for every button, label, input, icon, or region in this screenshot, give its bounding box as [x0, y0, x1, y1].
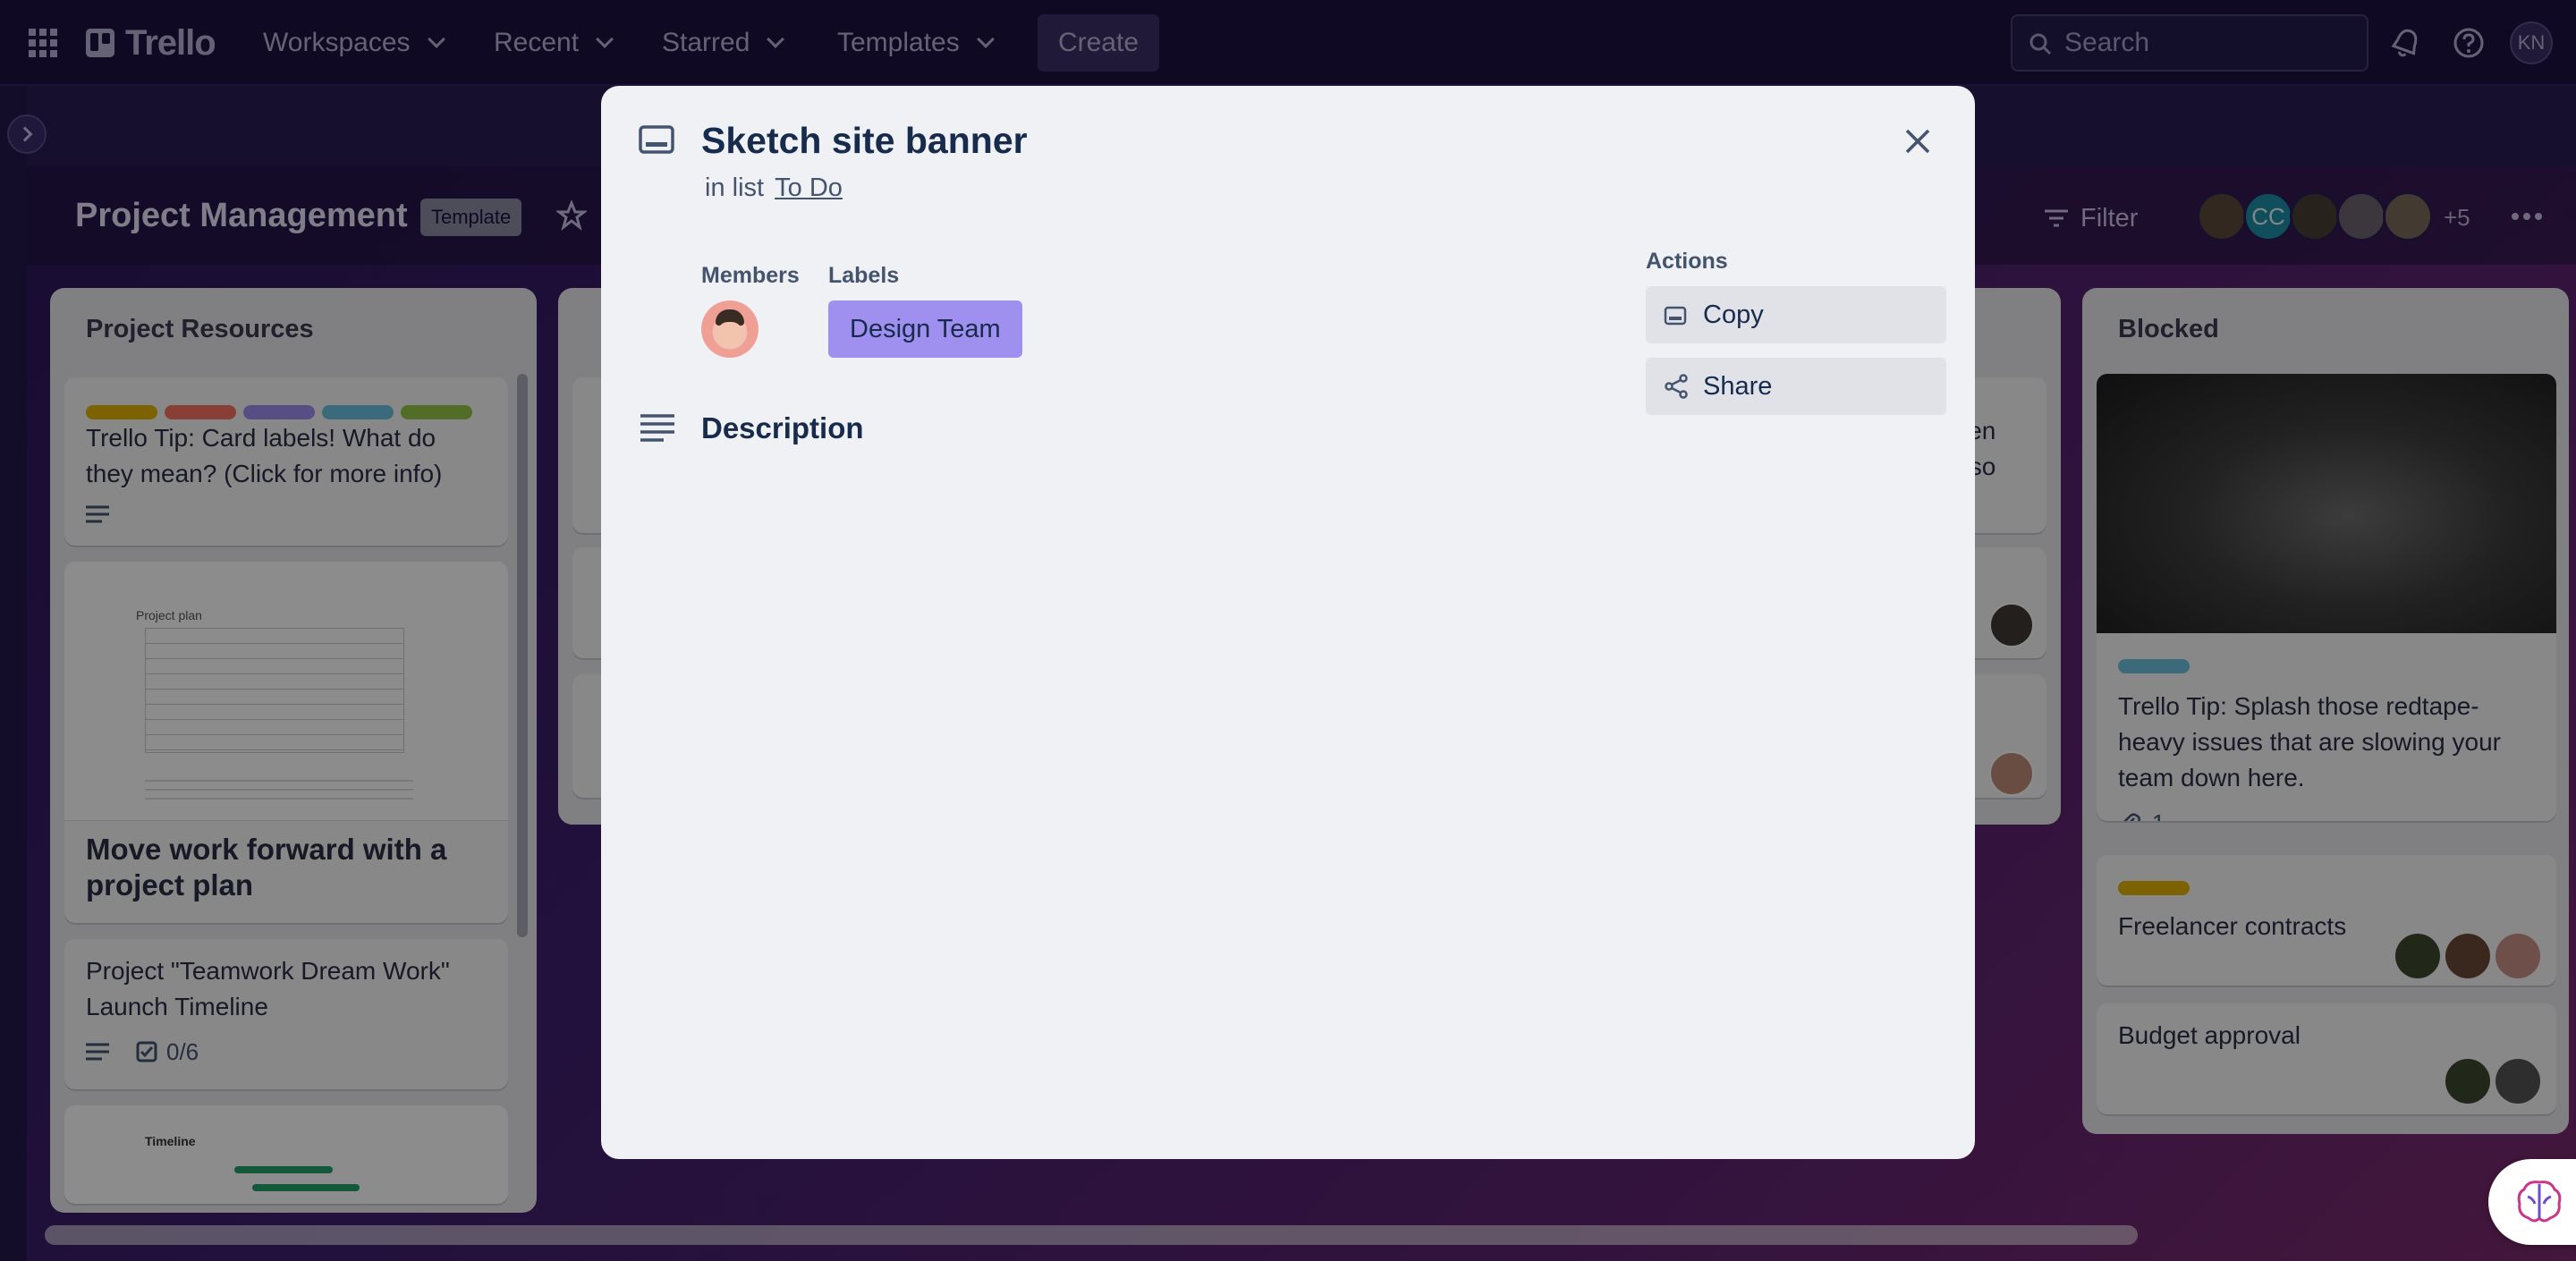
copy-button[interactable]: Copy — [1646, 286, 1946, 343]
description-heading: Description — [701, 411, 864, 444]
assistant-button[interactable] — [2488, 1159, 2576, 1245]
label-design-team[interactable]: Design Team — [828, 300, 1022, 358]
share-icon — [1665, 374, 1688, 399]
share-label: Share — [1703, 371, 1773, 401]
share-button[interactable]: Share — [1646, 358, 1946, 415]
card-title[interactable]: Sketch site banner — [701, 120, 1028, 162]
actions-heading: Actions — [1646, 249, 1728, 274]
description-icon — [640, 414, 674, 442]
labels-heading: Labels — [828, 263, 900, 288]
in-list-prefix: in list — [705, 173, 765, 202]
close-icon[interactable] — [1903, 127, 1932, 156]
copy-label: Copy — [1703, 300, 1764, 329]
list-link[interactable]: To Do — [775, 173, 843, 202]
in-list-info: in list To Do — [705, 173, 843, 203]
members-heading: Members — [701, 263, 800, 288]
card-icon — [1664, 306, 1687, 326]
member-avatar[interactable] — [701, 300, 758, 358]
card-icon — [639, 125, 674, 154]
card-detail-modal: Sketch site banner in list To Do Members… — [601, 86, 1975, 1159]
brain-icon — [2517, 1181, 2562, 1223]
